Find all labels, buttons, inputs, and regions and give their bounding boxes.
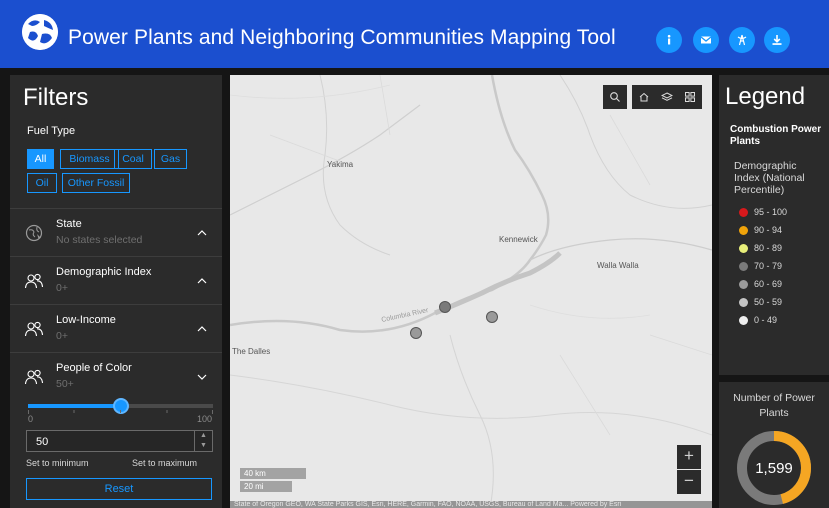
legend-title: Legend bbox=[725, 83, 806, 110]
people-of-color-slider-fill bbox=[28, 404, 121, 408]
search-icon bbox=[609, 92, 620, 102]
app-logo bbox=[22, 14, 58, 50]
app-title: Power Plants and Neighboring Communities… bbox=[68, 26, 616, 49]
fuel-chip-oil[interactable]: Oil bbox=[27, 173, 57, 193]
layers-icon bbox=[660, 92, 673, 101]
legend-field-name: Demographic Index (National Percentile) bbox=[734, 160, 805, 196]
legend-label: 90 - 94 bbox=[754, 225, 783, 235]
filters-title: Filters bbox=[23, 84, 89, 111]
set-to-maximum-button[interactable]: Set to maximum bbox=[132, 458, 197, 468]
app-header: Power Plants and Neighboring Communities… bbox=[0, 0, 829, 68]
slider-ticks bbox=[28, 410, 213, 414]
legend-swatch bbox=[739, 208, 748, 217]
map-label-the-dalles: The Dalles bbox=[232, 347, 271, 356]
download-button[interactable] bbox=[764, 27, 790, 53]
plant-count-title: Number of Power Plants bbox=[733, 392, 815, 419]
fuel-chip-other-fossil[interactable]: Other Fossil bbox=[62, 173, 130, 193]
legend-swatch bbox=[739, 262, 748, 271]
legend-label: 60 - 69 bbox=[754, 279, 783, 289]
home-button[interactable] bbox=[632, 85, 655, 109]
mail-icon bbox=[700, 36, 712, 44]
legend-swatch bbox=[739, 226, 748, 235]
low-income-title: Low-Income bbox=[56, 314, 116, 326]
legend-label: 0 - 49 bbox=[754, 315, 778, 325]
download-icon bbox=[772, 35, 782, 45]
map-attribution[interactable]: State of Oregon GEO, WA State Parks GIS,… bbox=[230, 501, 712, 508]
people-of-color-section[interactable]: People of Color 50+ bbox=[10, 352, 222, 400]
power-plant-marker[interactable] bbox=[486, 311, 498, 323]
slider-max-label: 100 bbox=[197, 414, 213, 424]
search-button[interactable] bbox=[603, 85, 626, 109]
info-button[interactable] bbox=[656, 27, 682, 53]
legend-swatch bbox=[739, 280, 748, 289]
people-of-color-input[interactable]: 50 ▲ ▼ bbox=[26, 430, 213, 452]
scale-bar-km: 40 km bbox=[240, 468, 306, 479]
contact-button[interactable] bbox=[693, 27, 719, 53]
zoom-out-button[interactable]: − bbox=[677, 470, 701, 494]
map-search-widget[interactable] bbox=[603, 85, 627, 109]
people-icon bbox=[24, 273, 44, 289]
map-view[interactable]: Yakima Kennewick Walla Walla Columbia Ri… bbox=[230, 75, 712, 508]
legend-swatch bbox=[739, 316, 748, 325]
legend-swatch bbox=[739, 298, 748, 307]
state-filter-value: No states selected bbox=[56, 234, 143, 246]
info-icon bbox=[667, 34, 671, 45]
low-income-value: 0+ bbox=[56, 330, 68, 342]
plant-count-card: Number of Power Plants 1,599 bbox=[719, 382, 829, 508]
map-label-walla-walla: Walla Walla bbox=[597, 261, 639, 270]
home-icon bbox=[639, 92, 648, 102]
map-label-kennewick: Kennewick bbox=[499, 235, 538, 244]
layers-button[interactable] bbox=[655, 85, 678, 109]
chevron-down-icon[interactable] bbox=[196, 371, 208, 383]
fuel-type-label: Fuel Type bbox=[27, 125, 76, 137]
reset-button[interactable]: Reset bbox=[26, 478, 212, 500]
chevron-up-icon[interactable] bbox=[196, 227, 208, 239]
step-up-icon[interactable]: ▲ bbox=[195, 431, 212, 441]
basemap-button[interactable] bbox=[678, 85, 701, 109]
people-of-color-input-value[interactable]: 50 bbox=[36, 436, 48, 448]
demographic-index-value: 0+ bbox=[56, 282, 68, 294]
basemap-grid-icon bbox=[684, 92, 695, 102]
slider-min-label: 0 bbox=[28, 414, 34, 424]
step-down-icon[interactable]: ▼ bbox=[195, 441, 212, 451]
legend-label: 95 - 100 bbox=[754, 207, 788, 217]
demographic-index-section[interactable]: Demographic Index 0+ bbox=[10, 256, 222, 304]
tower-icon bbox=[737, 34, 747, 46]
power-plant-marker[interactable] bbox=[410, 327, 422, 339]
legend-layer-title: Combustion Power Plants bbox=[730, 124, 822, 147]
plant-count-value: 1,599 bbox=[755, 460, 793, 477]
power-plants-button[interactable] bbox=[729, 27, 755, 53]
legend-swatch bbox=[739, 244, 748, 253]
legend-label: 50 - 59 bbox=[754, 297, 783, 307]
basemap bbox=[230, 75, 712, 508]
state-filter-title: State bbox=[56, 218, 82, 230]
legend-label: 80 - 89 bbox=[754, 243, 783, 253]
filters-panel: Filters Fuel Type All Biomass Coal Gas O… bbox=[10, 75, 222, 508]
fuel-chip-gas[interactable]: Gas bbox=[154, 149, 187, 169]
map-pin-icon bbox=[25, 224, 43, 242]
people-icon bbox=[24, 321, 44, 337]
scale-bar-mi: 20 mi bbox=[240, 481, 292, 492]
demographic-index-title: Demographic Index bbox=[56, 266, 152, 278]
fuel-chip-biomass[interactable]: Biomass bbox=[60, 149, 119, 169]
set-to-minimum-button[interactable]: Set to minimum bbox=[26, 458, 89, 468]
power-plant-marker[interactable] bbox=[439, 301, 451, 313]
map-toolbar bbox=[632, 85, 702, 109]
low-income-section[interactable]: Low-Income 0+ bbox=[10, 304, 222, 352]
legend-panel: Legend Combustion Power Plants Demograph… bbox=[719, 75, 829, 375]
map-label-yakima: Yakima bbox=[327, 160, 354, 169]
chevron-up-icon[interactable] bbox=[196, 323, 208, 335]
chevron-up-icon[interactable] bbox=[196, 275, 208, 287]
number-stepper[interactable]: ▲ ▼ bbox=[194, 431, 212, 451]
state-filter-section[interactable]: State No states selected bbox=[10, 208, 222, 256]
fuel-chip-coal[interactable]: Coal bbox=[114, 149, 152, 169]
fuel-chip-all[interactable]: All bbox=[27, 149, 54, 169]
zoom-in-button[interactable]: + bbox=[677, 445, 701, 469]
people-icon bbox=[24, 369, 44, 385]
people-of-color-value: 50+ bbox=[56, 378, 74, 390]
legend-label: 70 - 79 bbox=[754, 261, 783, 271]
people-of-color-title: People of Color bbox=[56, 362, 132, 374]
